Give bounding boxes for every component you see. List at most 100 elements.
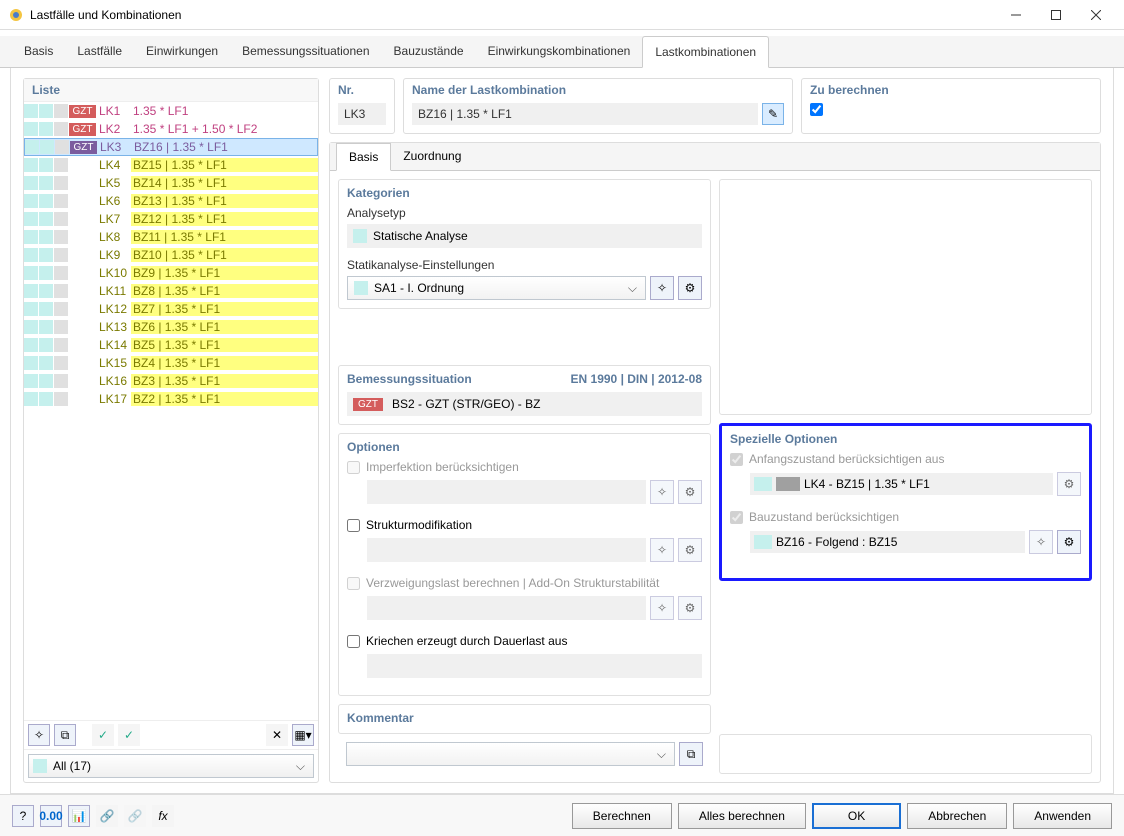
tab-lastkombinationen[interactable]: Lastkombinationen: [642, 36, 769, 68]
kommentar-btn[interactable]: ⧉: [679, 742, 703, 766]
opt4-field: [367, 654, 702, 678]
list-item[interactable]: LK12BZ7 | 1.35 * LF1: [24, 300, 318, 318]
opt3-field: [367, 596, 646, 620]
load-combo-list[interactable]: GZTLK11.35 * LF1GZTLK21.35 * LF1 + 1.50 …: [24, 102, 318, 720]
kommentar-combo[interactable]: [346, 742, 675, 766]
list-item[interactable]: LK8BZ11 | 1.35 * LF1: [24, 228, 318, 246]
filter-dropdown[interactable]: All (17): [28, 754, 314, 778]
list-item[interactable]: LK5BZ14 | 1.35 * LF1: [24, 174, 318, 192]
ok-button[interactable]: OK: [812, 803, 901, 829]
units-button[interactable]: 0.00: [40, 805, 62, 827]
close-button[interactable]: [1076, 1, 1116, 29]
bemess-value-row: GZT BS2 - GZT (STR/GEO) - BZ: [347, 392, 702, 416]
empty-upper-section: [719, 179, 1092, 415]
list-item[interactable]: GZTLK21.35 * LF1 + 1.50 * LF2: [24, 120, 318, 138]
opt-imperfektion-label: Imperfektion berücksichtigen: [366, 460, 519, 474]
spez-opt2-new-btn: ✧: [1029, 530, 1053, 554]
opt2-new-button: ✧: [650, 538, 674, 562]
fx-button[interactable]: fx: [152, 805, 174, 827]
main-tabs: BasisLastfälleEinwirkungenBemessungssitu…: [0, 36, 1124, 68]
list-item[interactable]: LK17BZ2 | 1.35 * LF1: [24, 390, 318, 408]
bemess-title: Bemessungssituation: [347, 372, 472, 386]
tab-lastfälle[interactable]: Lastfälle: [65, 36, 134, 67]
opt2-edit-button: ⚙: [678, 538, 702, 562]
optionen-title: Optionen: [347, 440, 702, 454]
analyse-label: Analysetyp: [347, 206, 702, 220]
list-item[interactable]: GZTLK11.35 * LF1: [24, 102, 318, 120]
opt-verzweig-label: Verzweigungslast berechnen | Add-On Stru…: [366, 576, 659, 590]
list-item[interactable]: LK10BZ9 | 1.35 * LF1: [24, 264, 318, 282]
abbrechen-button[interactable]: Abbrechen: [907, 803, 1007, 829]
list-item[interactable]: LK14BZ5 | 1.35 * LF1: [24, 336, 318, 354]
list-item[interactable]: LK15BZ4 | 1.35 * LF1: [24, 354, 318, 372]
spez-opt2-value: BZ16 - Folgend : BZ15: [750, 531, 1025, 553]
app-icon: [8, 7, 24, 23]
kategorien-title: Kategorien: [347, 186, 702, 200]
opt-verzweig-check: [347, 577, 360, 590]
spez-opt2-check: [730, 511, 743, 524]
empty-lower-section: [719, 734, 1092, 774]
spez-opt1-check: [730, 453, 743, 466]
new-item-button[interactable]: ✧: [28, 724, 50, 746]
statik-edit-button[interactable]: ⚙: [678, 276, 702, 300]
tab-einwirkungen[interactable]: Einwirkungen: [134, 36, 230, 67]
name-field[interactable]: [412, 103, 758, 125]
list-item[interactable]: LK11BZ8 | 1.35 * LF1: [24, 282, 318, 300]
subtab-basis[interactable]: Basis: [336, 143, 391, 171]
list-item[interactable]: GZTLK3BZ16 | 1.35 * LF1: [24, 138, 318, 156]
list-item[interactable]: LK4BZ15 | 1.35 * LF1: [24, 156, 318, 174]
spezielle-title: Spezielle Optionen: [730, 432, 1081, 446]
chart-button[interactable]: 📊: [68, 805, 90, 827]
check-all-button[interactable]: ✓: [92, 724, 114, 746]
nr-label: Nr.: [338, 83, 386, 97]
berechnen-button[interactable]: Berechnen: [572, 803, 672, 829]
tab-bemessungssituationen[interactable]: Bemessungssituationen: [230, 36, 381, 67]
list-item[interactable]: LK13BZ6 | 1.35 * LF1: [24, 318, 318, 336]
calc-label: Zu berechnen: [810, 83, 1092, 97]
spez-opt2-label: Bauzustand berücksichtigen: [749, 510, 899, 524]
spez-opt1-btn: ⚙: [1057, 472, 1081, 496]
opt3-edit-button: ⚙: [678, 596, 702, 620]
list-item[interactable]: LK9BZ10 | 1.35 * LF1: [24, 246, 318, 264]
maximize-button[interactable]: [1036, 1, 1076, 29]
edit-name-button[interactable]: ✎: [762, 103, 784, 125]
tab-einwirkungskombinationen[interactable]: Einwirkungskombinationen: [476, 36, 643, 67]
list-item[interactable]: LK6BZ13 | 1.35 * LF1: [24, 192, 318, 210]
sub-tabs: BasisZuordnung: [330, 143, 1100, 171]
window-title: Lastfälle und Kombinationen: [30, 8, 996, 22]
analyse-value: Statische Analyse: [347, 224, 702, 248]
help-button[interactable]: ?: [12, 805, 34, 827]
nr-field: [338, 103, 386, 125]
opt-strukturmod-label: Strukturmodifikation: [366, 518, 472, 532]
bemess-norm[interactable]: EN 1990 | DIN | 2012-08: [571, 372, 702, 392]
list-title: Liste: [24, 79, 318, 102]
opt2-field: [367, 538, 646, 562]
view-options-button[interactable]: ▦▾: [292, 724, 314, 746]
link-button[interactable]: 🔗: [96, 805, 118, 827]
opt-strukturmod-check[interactable]: [347, 519, 360, 532]
copy-item-button[interactable]: ⧉: [54, 724, 76, 746]
spez-opt2-edit-btn[interactable]: ⚙: [1057, 530, 1081, 554]
statik-combo[interactable]: SA1 - I. Ordnung: [347, 276, 646, 300]
statik-new-button[interactable]: ✧: [650, 276, 674, 300]
tab-bauzustände[interactable]: Bauzustände: [382, 36, 476, 67]
opt1-field: [367, 480, 646, 504]
uncheck-all-button[interactable]: ✓: [118, 724, 140, 746]
statik-label: Statikanalyse-Einstellungen: [347, 258, 702, 272]
list-item[interactable]: LK16BZ3 | 1.35 * LF1: [24, 372, 318, 390]
list-item[interactable]: LK7BZ12 | 1.35 * LF1: [24, 210, 318, 228]
opt-kriechen-check[interactable]: [347, 635, 360, 648]
minimize-button[interactable]: [996, 1, 1036, 29]
titlebar: Lastfälle und Kombinationen: [0, 0, 1124, 30]
alles-berechnen-button[interactable]: Alles berechnen: [678, 803, 806, 829]
delete-button[interactable]: ✕: [266, 724, 288, 746]
unlink-button[interactable]: 🔗: [124, 805, 146, 827]
anwenden-button[interactable]: Anwenden: [1013, 803, 1112, 829]
opt1-new-button: ✧: [650, 480, 674, 504]
opt1-edit-button: ⚙: [678, 480, 702, 504]
spez-opt1-label: Anfangszustand berücksichtigen aus: [749, 452, 944, 466]
calc-checkbox[interactable]: [810, 103, 823, 116]
subtab-zuordnung[interactable]: Zuordnung: [391, 143, 473, 170]
name-label: Name der Lastkombination: [412, 83, 784, 97]
tab-basis[interactable]: Basis: [12, 36, 65, 67]
